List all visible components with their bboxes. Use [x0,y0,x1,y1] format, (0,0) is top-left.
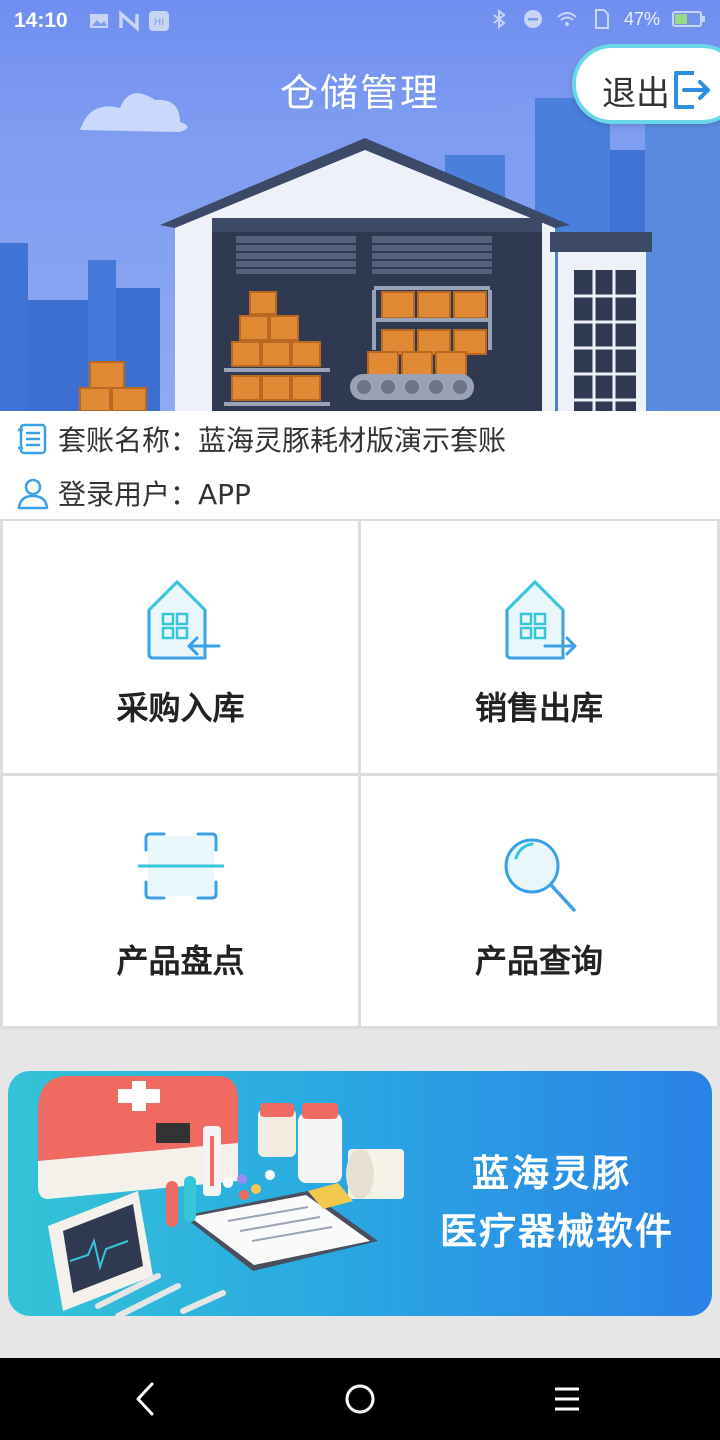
notebook-icon [18,423,47,455]
svg-text:HI: HI [154,17,164,28]
user-row: 登录用户：APP [16,473,251,513]
scan-icon [137,832,224,900]
function-menu: 采购入库 销售出库 产品盘点 产品查询 [0,519,720,1029]
n-icon [119,10,139,32]
promo-banner[interactable]: 蓝海灵豚 医疗器械软件 [8,1071,712,1316]
user-icon [17,478,49,510]
dnd-icon [523,10,542,28]
back-icon[interactable] [122,1376,168,1422]
menu-icon[interactable] [544,1376,590,1422]
warehouse-out-icon [505,579,577,660]
warehouse-in-icon [147,579,220,660]
exit-icon [674,71,710,109]
logout-button[interactable]: 退出 [572,44,720,124]
wifi-icon [557,12,577,26]
system-nav-bar [0,1358,720,1440]
logout-label: 退出 [602,74,670,114]
battery-icon [672,11,705,27]
gallery-icon [90,14,108,28]
account-name-text: 套账名称：蓝海灵豚耗材版演示套账 [58,424,507,457]
search-icon [504,838,576,912]
menu-sales-outbound[interactable]: 销售出库 [361,521,717,773]
home-icon[interactable] [337,1376,383,1422]
account-row: 套账名称：蓝海灵豚耗材版演示套账 [16,419,506,459]
sim-icon [594,9,609,29]
status-bar: 14:10 HI 47% [0,0,720,44]
status-time: 14:10 [14,9,68,32]
menu-label: 销售出库 [474,689,603,727]
medical-illustration [38,1076,404,1316]
menu-label: 产品查询 [474,942,603,980]
battery-percent: 47% [623,8,660,29]
menu-product-query[interactable]: 产品查询 [361,776,717,1026]
banner-subtitle: 医疗器械软件 [440,1210,674,1253]
account-info: 套账名称：蓝海灵豚耗材版演示套账 登录用户：APP [0,411,720,519]
menu-product-inventory[interactable]: 产品盘点 [3,776,358,1026]
bluetooth-icon [493,8,506,30]
menu-label: 产品盘点 [116,942,245,980]
menu-label: 采购入库 [116,689,245,727]
login-user-text: 登录用户：APP [58,478,251,511]
header-hero: 14:10 HI 47% 仓储管理 退出 [0,0,720,411]
menu-purchase-inbound[interactable]: 采购入库 [3,521,358,773]
banner-title: 蓝海灵豚 [472,1152,632,1195]
hi-icon: HI [149,11,169,31]
